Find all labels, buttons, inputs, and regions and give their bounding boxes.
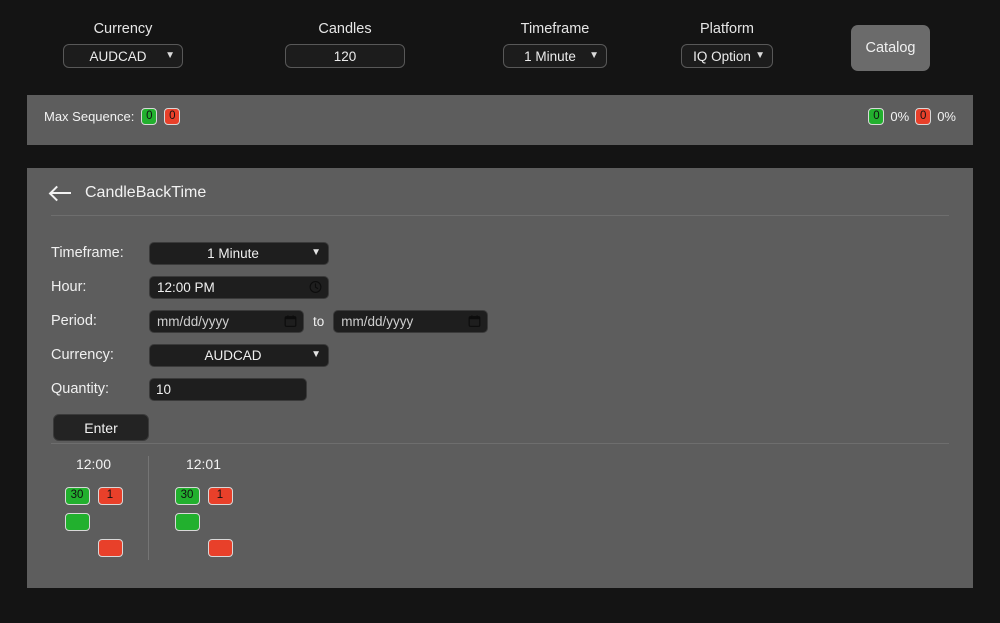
toolbar-label-currency: Currency [93,21,153,37]
toolbar-group-timeframe: Timeframe 1 Minute ▼ [503,20,607,68]
quantity-input[interactable]: 10 [149,377,307,401]
clock-icon[interactable] [309,281,322,294]
chevron-down-icon: ▼ [589,50,599,61]
chevron-down-icon: ▼ [165,50,175,61]
toolbar-group-platform: Platform IQ Option ▼ [681,20,773,68]
candles-input[interactable]: 120 [285,44,405,68]
form-row-period: Period: mm/dd/yyyy to mm/dd/yyyy [51,304,489,338]
results-row: 30 1 [174,483,233,509]
results-cell-right [94,539,123,557]
period-from-placeholder: mm/dd/yyyy [157,313,230,329]
form-timeframe-value: 1 Minute [207,245,259,261]
candle-badge-green: 30 [64,487,90,505]
timeframe-select[interactable]: 1 Minute ▼ [503,44,607,68]
sequence-stats-group: 0 0% 0 0% [868,108,956,125]
results-cell-left: 30 [64,487,94,505]
form-row-hour: Hour: 12:00 PM [51,270,488,304]
stats-green-percent: 0% [890,109,910,124]
enter-button[interactable]: Enter [53,414,149,441]
calendar-icon[interactable] [284,315,297,328]
results-row: 30 1 [64,483,123,509]
toolbar-label-candles: Candles [318,21,372,37]
timeframe-select-value: 1 Minute [524,48,576,64]
top-toolbar: Currency AUDCAD ▼ Candles 120 Timeframe … [0,0,1000,88]
calendar-icon[interactable] [468,315,481,328]
label-timeframe: Timeframe: [51,245,124,261]
label-hour: Hour: [51,279,87,295]
period-to-date-input[interactable]: mm/dd/yyyy [333,309,489,333]
max-sequence-green-badge: 0 [141,108,158,125]
chevron-down-icon: ▼ [311,247,321,258]
results-column-separator [148,456,149,560]
max-sequence-label: Max Sequence: [44,109,135,124]
candle-badge-red [97,539,123,557]
results-area: 12:00 30 1 12:01 30 1 [51,456,246,561]
period-to-placeholder: mm/dd/yyyy [341,313,414,329]
label-period: Period: [51,313,97,329]
form-currency-value: AUDCAD [204,347,262,363]
toolbar-group-currency: Currency AUDCAD ▼ [63,20,183,68]
hour-time-value: 12:00 PM [157,279,215,295]
label-quantity: Quantity: [51,381,110,397]
label-currency: Currency: [51,347,114,363]
results-cell-right: 1 [204,487,233,505]
header-divider [51,215,949,216]
results-rows: 30 1 [64,483,123,561]
max-sequence-group: Max Sequence: 0 0 [44,108,181,125]
quantity-value: 10 [156,381,172,397]
form-divider [51,443,949,444]
toolbar-group-candles: Candles 120 [285,20,405,68]
hour-time-input[interactable]: 12:00 PM [149,275,329,299]
page-title: CandleBackTime [85,184,207,201]
candle-badge-red: 1 [207,487,233,505]
results-column: 12:00 30 1 [51,456,136,561]
max-sequence-red-badge: 0 [164,108,181,125]
results-column: 12:01 30 1 [161,456,246,561]
max-sequence-bar: Max Sequence: 0 0 0 0% 0 0% [27,95,973,145]
form-row-timeframe: Timeframe: 1 Minute ▼ [51,236,488,270]
results-rows: 30 1 [174,483,233,561]
results-row [64,509,123,535]
platform-select[interactable]: IQ Option ▼ [681,44,773,68]
chevron-down-icon: ▼ [755,50,765,61]
results-row [65,535,123,561]
results-column-time: 12:00 [75,456,112,472]
platform-select-value: IQ Option [693,48,751,64]
stats-green-badge: 0 [868,108,885,125]
currency-select-value: AUDCAD [89,48,147,64]
stats-red-badge: 0 [915,108,932,125]
form-timeframe-select[interactable]: 1 Minute ▼ [149,241,329,265]
catalog-button[interactable]: Catalog [851,25,930,71]
arrow-left-icon[interactable] [51,184,71,202]
results-row [175,535,233,561]
panel-header: CandleBackTime [51,184,206,202]
candle-badge-red [207,539,233,557]
toolbar-label-platform: Platform [700,21,754,37]
period-to-label: to [313,313,325,329]
currency-select[interactable]: AUDCAD ▼ [63,44,183,68]
candle-badge-green [174,513,200,531]
form-row-currency: Currency: AUDCAD ▼ [51,338,488,372]
candle-badge-green [64,513,90,531]
results-cell-left: 30 [174,487,204,505]
results-cell-right: 1 [94,487,123,505]
form-row-quantity: Quantity: 10 [51,372,488,406]
backtime-form: Timeframe: 1 Minute ▼ Hour: 12:00 PM Per… [51,236,489,441]
results-cell-left [174,513,204,531]
results-row [174,509,233,535]
candle-badge-green: 30 [174,487,200,505]
chevron-down-icon: ▼ [311,349,321,360]
stats-red-percent: 0% [937,109,956,124]
form-currency-select[interactable]: AUDCAD ▼ [149,343,329,367]
candle-backtime-panel: CandleBackTime Timeframe: 1 Minute ▼ Hou… [27,168,973,588]
toolbar-label-timeframe: Timeframe [520,21,590,37]
results-cell-right [204,539,233,557]
results-column-time: 12:01 [185,456,222,472]
candle-badge-red: 1 [97,487,123,505]
period-from-date-input[interactable]: mm/dd/yyyy [149,309,304,333]
candles-input-value: 120 [333,48,357,64]
results-cell-left [64,513,94,531]
